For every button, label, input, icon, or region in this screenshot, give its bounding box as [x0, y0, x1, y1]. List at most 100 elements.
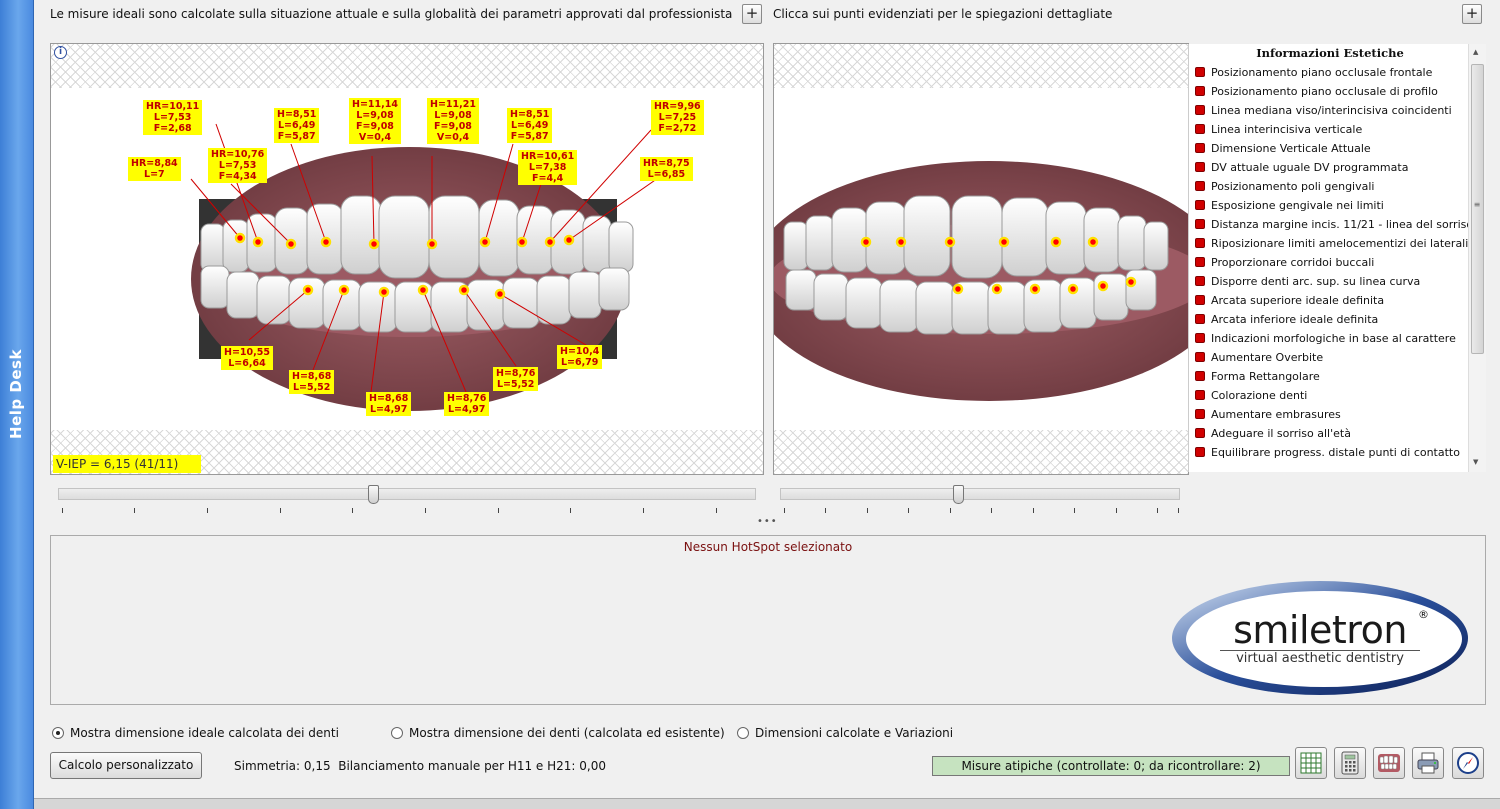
measure-label[interactable]: H=8,68 L=5,52 — [289, 370, 335, 394]
info-item[interactable]: Riposizionare limiti amelocementizi dei … — [1195, 234, 1468, 253]
radio-variations[interactable]: Dimensioni calcolate e Variazioni — [737, 726, 953, 740]
left-zoom-slider[interactable] — [58, 485, 756, 507]
measure-label[interactable]: HR=10,61 L=7,38 F=4,4 — [518, 150, 578, 185]
info-item[interactable]: Proporzionare corridoi buccali — [1195, 253, 1374, 272]
measure-label[interactable]: H=8,76 L=5,52 — [493, 367, 539, 391]
radio-ideal-size[interactable]: Mostra dimensione ideale calcolata dei d… — [52, 726, 339, 740]
info-list-title: Informazioni Estetiche — [1256, 46, 1404, 60]
slider-knob[interactable] — [368, 485, 379, 504]
bullet-icon — [1195, 295, 1205, 305]
info-list-scrollbar[interactable]: ▲ ≡ ▼ — [1468, 44, 1486, 472]
expand-hint-button[interactable]: + — [1462, 4, 1482, 24]
right-slider-ticks — [784, 508, 1180, 516]
expand-info-button[interactable]: + — [742, 4, 762, 24]
measure-label[interactable]: H=10,55 L=6,64 — [221, 346, 273, 370]
radio-current-size[interactable]: Mostra dimensione dei denti (calcolata e… — [391, 726, 725, 740]
logo-registered: ® — [1418, 608, 1429, 621]
info-item[interactable]: Dimensione Verticale Attuale — [1195, 139, 1371, 158]
print-button[interactable] — [1412, 747, 1444, 779]
measure-label[interactable]: HR=8,84 L=7 — [128, 157, 181, 181]
slider-track[interactable] — [780, 488, 1180, 500]
info-item[interactable]: Aumentare Overbite — [1195, 348, 1323, 367]
bullet-icon — [1195, 105, 1205, 115]
table-grid-icon — [1300, 752, 1322, 774]
info-item[interactable]: Posizionamento piano occlusale frontale — [1195, 63, 1432, 82]
scroll-down-arrow-icon[interactable]: ▼ — [1473, 458, 1478, 466]
bullet-icon — [1195, 181, 1205, 191]
scroll-up-arrow-icon[interactable]: ▲ — [1473, 48, 1478, 56]
aesthetic-info-list[interactable]: Informazioni Estetiche Posizionamento pi… — [1188, 44, 1486, 472]
info-item[interactable]: Arcata superiore ideale definita — [1195, 291, 1384, 310]
v-iep-badge: V-IEP = 6,15 (41/11) — [53, 455, 201, 473]
measure-label[interactable]: H=8,68 L=4,97 — [366, 392, 412, 416]
header-hint-text: Clicca sui punti evidenziati per le spie… — [773, 7, 1113, 21]
teeth-view-button[interactable] — [1373, 747, 1405, 779]
info-item[interactable]: Posizionamento poli gengivali — [1195, 177, 1374, 196]
info-item[interactable]: Equilibrare progress. distale punti di c… — [1195, 443, 1460, 462]
measure-label[interactable]: H=8,51 L=6,49 F=5,87 — [274, 108, 320, 143]
info-item[interactable]: Linea interincisiva verticale — [1195, 120, 1362, 139]
scrollbar-thumb[interactable] — [1471, 64, 1484, 354]
info-item[interactable]: DV attuale uguale DV programmata — [1195, 158, 1408, 177]
info-item[interactable]: Arcata inferiore ideale definita — [1195, 310, 1378, 329]
info-item[interactable]: Forma Rettangolare — [1195, 367, 1320, 386]
compass-button[interactable] — [1452, 747, 1484, 779]
current-smile-view[interactable]: i HR=10,11 L=7,53 F=2,68 HR=8,84 L=7 HR=… — [50, 43, 764, 475]
printer-icon — [1417, 752, 1439, 774]
info-item[interactable]: Disporre denti arc. sup. su linea curva — [1195, 272, 1420, 291]
bullet-icon — [1195, 333, 1205, 343]
right-zoom-slider[interactable] — [780, 485, 1180, 507]
bullet-icon — [1195, 143, 1205, 153]
measure-label[interactable]: H=8,76 L=4,97 — [444, 392, 490, 416]
table-button[interactable] — [1295, 747, 1327, 779]
info-item[interactable]: Colorazione denti — [1195, 386, 1307, 405]
bullet-icon — [1195, 219, 1205, 229]
header-bar: Le misure ideali sono calcolate sulla si… — [34, 0, 1500, 30]
radio-selected-icon[interactable] — [52, 727, 64, 739]
measure-label[interactable]: H=8,51 L=6,49 F=5,87 — [507, 108, 553, 143]
slider-knob[interactable] — [953, 485, 964, 504]
bullet-icon — [1195, 428, 1205, 438]
measure-label[interactable]: HR=10,11 L=7,53 F=2,68 — [143, 100, 203, 135]
bullet-icon — [1195, 276, 1205, 286]
radio-unselected-icon[interactable] — [737, 727, 749, 739]
calculator-button[interactable] — [1334, 747, 1366, 779]
measure-label[interactable]: HR=10,76 L=7,53 F=4,34 — [208, 148, 268, 183]
info-item[interactable]: Adeguare il sorriso all'età — [1195, 424, 1351, 443]
measure-label[interactable]: H=10,4 L=6,79 — [557, 345, 603, 369]
compass-icon — [1457, 752, 1479, 774]
help-desk-sidebar[interactable]: Help Desk — [0, 0, 34, 809]
bullet-icon — [1195, 200, 1205, 210]
measure-label[interactable]: HR=8,75 L=6,85 — [640, 157, 693, 181]
left-slider-ticks — [62, 508, 756, 516]
window-bottom-edge — [34, 798, 1500, 809]
ideal-smile-view[interactable] — [773, 43, 1189, 475]
info-icon[interactable]: i — [54, 46, 67, 59]
info-item[interactable]: Esposizione gengivale nei limiti — [1195, 196, 1384, 215]
teeth-icon — [1378, 754, 1400, 772]
measure-label[interactable]: H=11,21 L=9,08 F=9,08 V=0,4 — [427, 98, 479, 144]
bullet-icon — [1195, 390, 1205, 400]
bullet-icon — [1195, 352, 1205, 362]
scroll-grip-icon: ≡ — [1473, 200, 1481, 209]
smiletron-logo: smiletron ® virtual aesthetic dentistry — [1170, 578, 1470, 696]
measure-label[interactable]: HR=9,96 L=7,25 F=2,72 — [651, 100, 704, 135]
info-item[interactable]: Aumentare embrasures — [1195, 405, 1341, 424]
bullet-icon — [1195, 238, 1205, 248]
atypical-measures-status[interactable]: Misure atipiche (controllate: 0; da rico… — [932, 756, 1290, 776]
measure-label[interactable]: H=11,14 L=9,08 F=9,08 V=0,4 — [349, 98, 401, 144]
info-item[interactable]: Distanza margine incis. 11/21 - linea de… — [1195, 215, 1473, 234]
header-info-text: Le misure ideali sono calcolate sulla si… — [50, 7, 733, 21]
calculator-icon — [1341, 751, 1359, 775]
info-item[interactable]: Posizionamento piano occlusale di profil… — [1195, 82, 1438, 101]
bullet-icon — [1195, 162, 1205, 172]
teeth-image-right — [774, 161, 1188, 401]
bullet-icon — [1195, 371, 1205, 381]
splitter-handle[interactable]: ••• — [757, 516, 778, 527]
custom-calculation-button[interactable]: Calcolo personalizzato — [50, 752, 202, 779]
info-item[interactable]: Linea mediana viso/interincisiva coincid… — [1195, 101, 1452, 120]
slider-track[interactable] — [58, 488, 756, 500]
radio-unselected-icon[interactable] — [391, 727, 403, 739]
info-item[interactable]: Indicazioni morfologiche in base al cara… — [1195, 329, 1456, 348]
bullet-icon — [1195, 86, 1205, 96]
